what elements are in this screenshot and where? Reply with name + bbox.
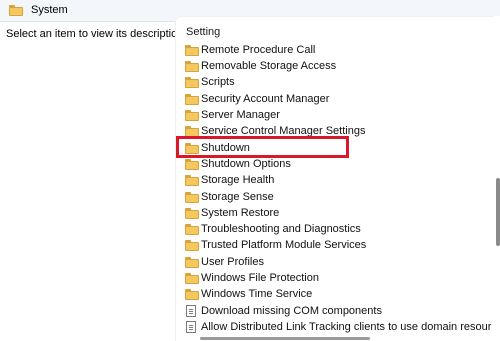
folder-icon	[185, 94, 199, 105]
folder-icon	[185, 175, 199, 186]
list-item[interactable]: System Restore	[182, 206, 482, 222]
list-item[interactable]: Server Manager	[182, 108, 482, 124]
list-item-label: Remote Procedure Call	[201, 44, 316, 56]
list-item[interactable]: Scripts	[182, 75, 482, 91]
folder-icon	[185, 143, 199, 154]
list-item-label: Removable Storage Access	[201, 60, 337, 72]
list-item[interactable]: Trusted Platform Module Services	[182, 238, 482, 254]
list-item[interactable]: Windows Time Service	[182, 287, 482, 303]
list-item-label: Service Control Manager Settings	[201, 125, 366, 137]
list-item-label: Shutdown	[201, 142, 250, 154]
folder-icon	[185, 192, 199, 203]
folder-icon	[9, 5, 23, 16]
list-item-label: User Profiles	[201, 256, 264, 268]
folder-icon	[185, 208, 199, 219]
column-header-setting[interactable]: Setting	[186, 26, 220, 38]
folder-icon	[185, 240, 199, 251]
list-item[interactable]: Troubleshooting and Diagnostics	[182, 222, 482, 238]
policy-setting-icon	[186, 321, 196, 333]
folder-icon	[185, 257, 199, 268]
list-item[interactable]: Allow Distributed Link Tracking clients …	[182, 320, 491, 336]
folder-icon	[185, 289, 199, 300]
folder-icon	[185, 77, 199, 88]
list-item[interactable]: Download missing COM components	[182, 304, 482, 320]
folder-icon	[185, 224, 199, 235]
list-item[interactable]: Security Account Manager	[182, 92, 482, 108]
list-item-label: Trusted Platform Module Services	[201, 239, 367, 251]
policy-setting-icon	[186, 305, 196, 317]
list-item-label: System Restore	[201, 207, 280, 219]
list-item[interactable]: Remote Procedure Call	[182, 43, 482, 59]
list-item-shutdown[interactable]: Shutdown	[182, 141, 482, 157]
list-item-label: Windows File Protection	[201, 272, 319, 284]
list-item-label: Storage Sense	[201, 191, 274, 203]
folder-icon	[185, 126, 199, 137]
folder-icon	[185, 110, 199, 121]
list-item-label: Troubleshooting and Diagnostics	[201, 223, 361, 235]
list-item-label: Windows Time Service	[201, 288, 313, 300]
list-item-label: Scripts	[201, 76, 235, 88]
list-item-label: Storage Health	[201, 174, 275, 186]
header-title: System	[31, 4, 68, 16]
list-item-label: Shutdown Options	[201, 158, 291, 170]
list-item-label: Download missing COM components	[201, 305, 382, 317]
settings-list: Remote Procedure Call Removable Storage …	[0, 0, 500, 341]
list-item[interactable]: Windows File Protection	[182, 271, 482, 287]
vertical-scrollbar-thumb[interactable]	[496, 178, 500, 246]
list-item-label: Server Manager	[201, 109, 280, 121]
list-item-label: Allow Distributed Link Tracking clients …	[201, 321, 492, 333]
folder-icon	[185, 159, 199, 170]
list-item[interactable]: Service Control Manager Settings	[182, 124, 482, 140]
list-item-label: Security Account Manager	[201, 93, 330, 105]
list-item[interactable]: Removable Storage Access	[182, 59, 482, 75]
list-item[interactable]: User Profiles	[182, 255, 482, 271]
list-item[interactable]: Storage Health	[182, 173, 482, 189]
folder-icon	[185, 273, 199, 284]
folder-icon	[185, 45, 199, 56]
horizontal-scrollbar-thumb[interactable]	[200, 337, 370, 340]
list-item[interactable]: Shutdown Options	[182, 157, 482, 173]
folder-icon	[185, 61, 199, 72]
list-item[interactable]: Storage Sense	[182, 190, 482, 206]
description-text: Select an item to view its description.	[6, 28, 187, 40]
